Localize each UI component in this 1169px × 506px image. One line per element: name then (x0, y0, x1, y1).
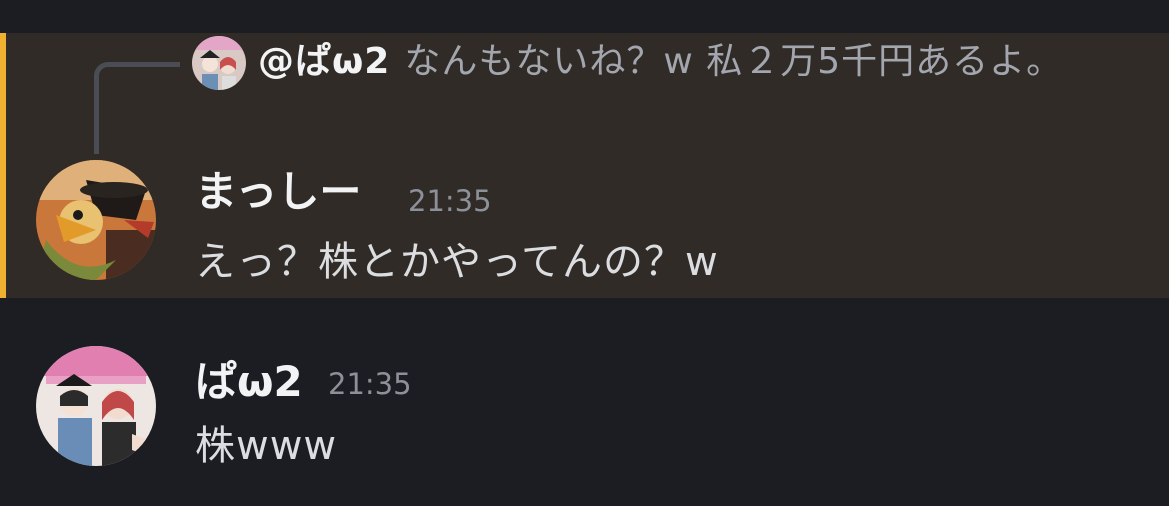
reply-connector (94, 62, 180, 154)
message-content: えっ？株とかやってんの？w (195, 239, 719, 285)
message-author[interactable]: ぱω2 (195, 356, 303, 408)
message-timestamp: 21:35 (328, 367, 412, 401)
message-author[interactable]: まっしー (195, 166, 361, 218)
reply-author[interactable]: @ぱω2 (258, 41, 390, 82)
message-timestamp: 21:35 (408, 184, 492, 218)
reply-preview[interactable]: @ぱω2 なんもないね？w 私２万5千円あるよ。 (194, 37, 1074, 87)
reply-text: なんもないね？w 私２万5千円あるよ。 (404, 41, 1064, 82)
message-content: 株www (195, 423, 338, 469)
chat-message-list: @ぱω2 なんもないね？w 私２万5千円あるよ。 まっしー 21:35 えっ？株と… (0, 0, 1169, 506)
avatar-icon[interactable] (36, 346, 156, 466)
avatar-icon[interactable] (36, 160, 156, 280)
